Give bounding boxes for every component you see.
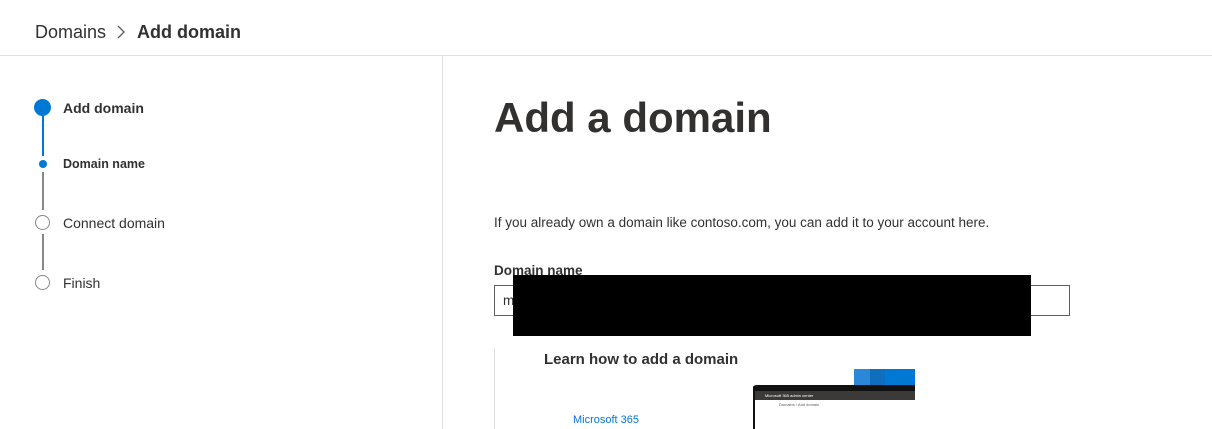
step-connect-domain[interactable]: Connect domain xyxy=(63,215,165,231)
step-pending-icon xyxy=(35,275,50,290)
step-domain-name[interactable]: Domain name xyxy=(63,157,145,171)
step-add-domain[interactable]: Add domain xyxy=(63,100,144,116)
step-pending-icon xyxy=(35,215,50,230)
step-active-icon xyxy=(34,99,51,116)
step-connector xyxy=(42,116,44,156)
step-connector xyxy=(42,172,44,210)
step-connector xyxy=(42,234,44,270)
redaction-block xyxy=(513,275,1031,336)
wizard-stepper: Add domain Domain name Connect domain Fi… xyxy=(0,56,443,429)
substep-current-icon xyxy=(39,160,47,168)
thumb-page-text: Domains / Add domain xyxy=(779,402,820,407)
learn-title: Learn how to add a domain xyxy=(544,351,739,368)
breadcrumb-domains-link[interactable]: Domains xyxy=(35,22,106,43)
learn-card: Learn how to add a domain Microsoft 365 … xyxy=(494,348,924,429)
video-thumbnail[interactable]: Microsoft 365 admin center Domains / Add… xyxy=(753,369,915,429)
thumb-page: Domains / Add domain xyxy=(755,400,915,429)
step-finish[interactable]: Finish xyxy=(63,275,100,291)
breadcrumb-current: Add domain xyxy=(137,22,241,42)
intro-text: If you already own a domain like contoso… xyxy=(494,215,990,230)
microsoft-365-link[interactable]: Microsoft 365 xyxy=(573,414,639,426)
thumb-laptop-screen: Microsoft 365 admin center Domains / Add… xyxy=(753,385,915,429)
thumb-titlebar: Microsoft 365 admin center xyxy=(755,391,915,400)
page-title: Add a domain xyxy=(494,94,772,141)
page-header: Domains Add domain xyxy=(0,0,1212,56)
thumb-titlebar-text: Microsoft 365 admin center xyxy=(765,393,814,398)
main-content: Add a domain If you already own a domain… xyxy=(444,56,1212,429)
chevron-right-icon xyxy=(117,25,125,39)
